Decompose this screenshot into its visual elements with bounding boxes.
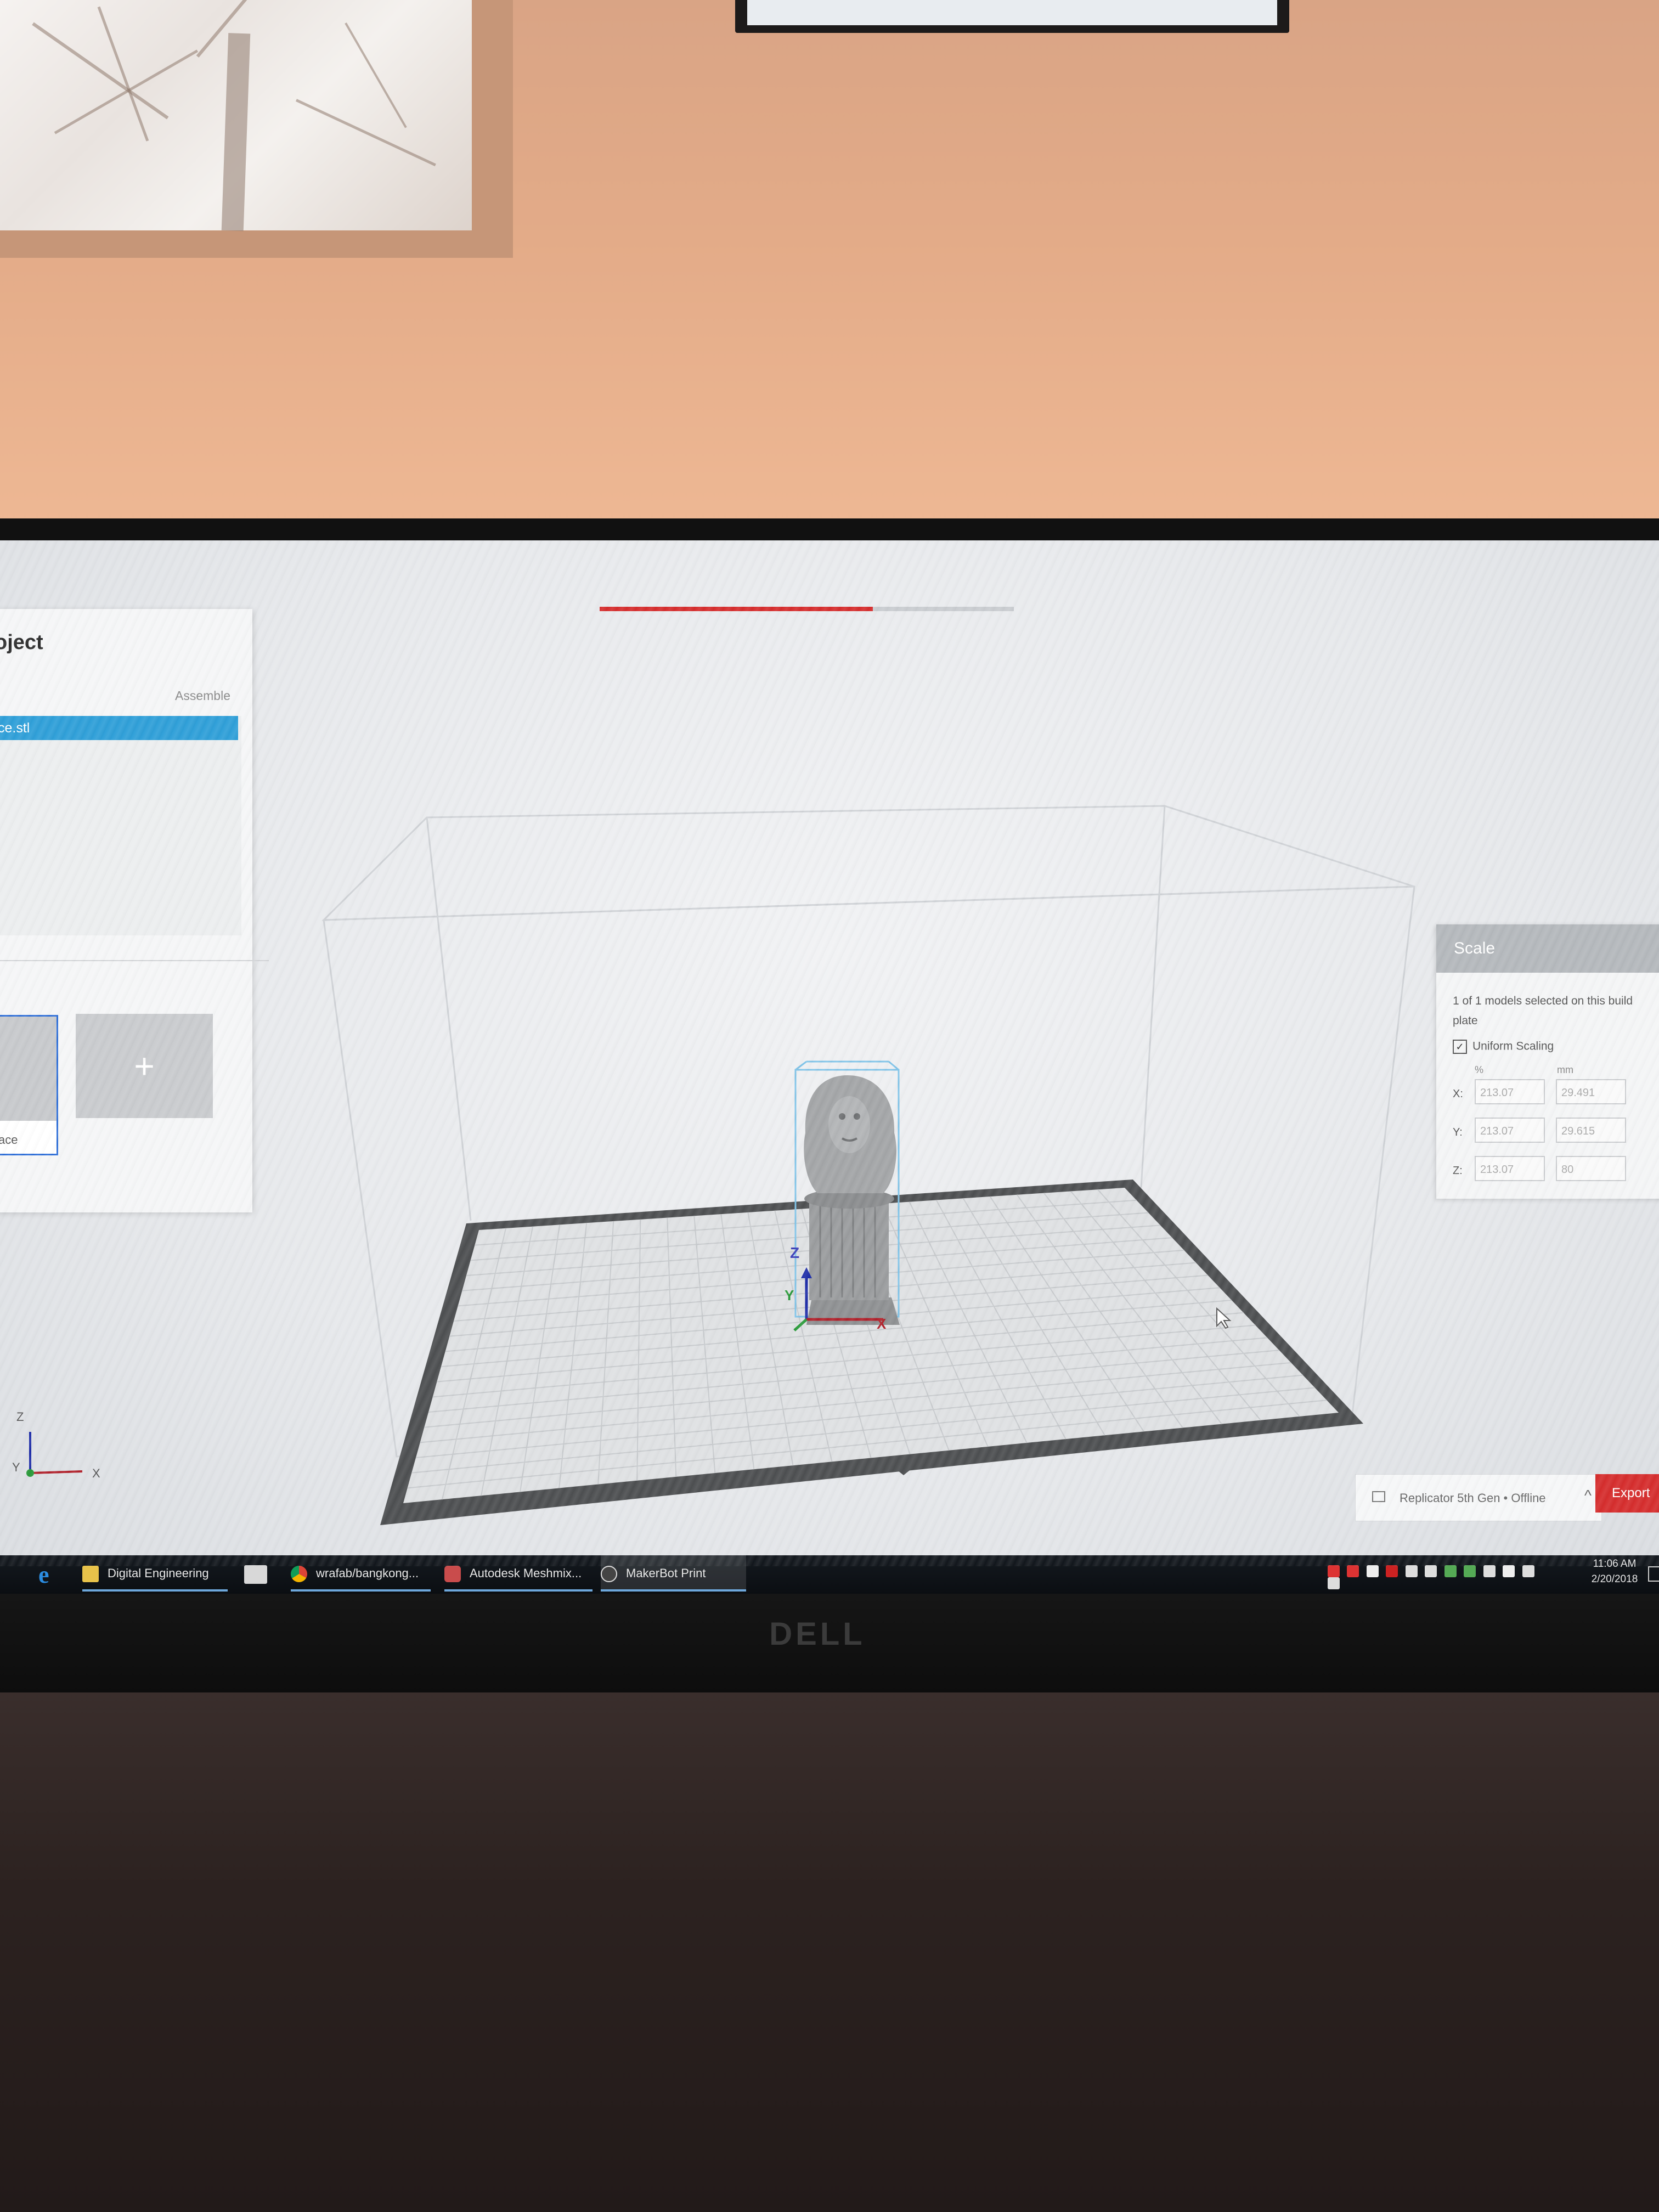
taskbar-item-chrome[interactable]: wrafab/bangkong... xyxy=(291,1555,431,1592)
add-build-plate-button[interactable]: + xyxy=(76,1014,213,1118)
axis-label-z: Z: xyxy=(1453,1165,1463,1177)
printer-selector[interactable]: Replicator 5th Gen • Offline ^ xyxy=(1355,1474,1602,1521)
scale-x-mm-input[interactable]: 29.491 xyxy=(1556,1079,1626,1104)
assemble-tab[interactable]: Assemble xyxy=(175,689,230,703)
orientation-y-label: Y xyxy=(12,1460,20,1474)
system-tray[interactable] xyxy=(1328,1565,1558,1589)
tray-icon[interactable] xyxy=(1444,1565,1457,1577)
wall-tv xyxy=(735,0,1289,33)
office-wall xyxy=(0,0,1659,532)
scale-panel: Scale 1 of 1 models selected on this bui… xyxy=(1436,924,1659,1199)
orientation-axes: Z Y X xyxy=(12,1410,100,1480)
project-panel-title: oject xyxy=(0,631,43,654)
plate-notch xyxy=(895,1469,912,1475)
uniform-scaling-label: Uniform Scaling xyxy=(1472,1040,1554,1053)
file-item-selected[interactable]: ce.stl xyxy=(0,716,238,740)
notifications-icon[interactable] xyxy=(1648,1566,1659,1582)
model-bust[interactable] xyxy=(794,1060,900,1325)
tray-icon[interactable] xyxy=(1425,1565,1437,1577)
taskbar-label: wrafab/bangkong... xyxy=(316,1566,419,1580)
panel-divider xyxy=(0,960,269,961)
tray-icon[interactable] xyxy=(1503,1565,1515,1577)
taskbar-label: MakerBot Print xyxy=(626,1566,706,1580)
taskbar-label: Digital Engineering xyxy=(108,1566,209,1580)
system-clock[interactable]: 11:06 AM 2/20/2018 xyxy=(1584,1556,1645,1587)
taskbar-label: Autodesk Meshmix... xyxy=(470,1566,582,1580)
tray-app-icon[interactable] xyxy=(1347,1565,1359,1577)
percent-column-header: % xyxy=(1475,1064,1484,1075)
tray-icon[interactable] xyxy=(1464,1565,1476,1577)
makerbot-print-app: Z Y X Z Y X oject Assemble ce.stl ace + … xyxy=(0,540,1659,1561)
meshmixer-icon xyxy=(444,1566,461,1583)
clock-date: 2/20/2018 xyxy=(1591,1573,1638,1585)
scale-x-percent-input[interactable]: 213.07 xyxy=(1475,1079,1545,1104)
window xyxy=(0,0,472,232)
chrome-icon xyxy=(291,1566,307,1583)
network-icon[interactable] xyxy=(1522,1565,1534,1577)
edge-browser-icon[interactable]: e xyxy=(38,1561,49,1589)
build-plate-thumbnail[interactable]: ace xyxy=(0,1015,58,1155)
scale-y-percent-input[interactable]: 213.07 xyxy=(1475,1118,1545,1143)
plate-thumbnail-image xyxy=(0,1017,57,1121)
orientation-x-label: X xyxy=(92,1466,100,1480)
axis-label-x: X: xyxy=(1453,1088,1463,1100)
gizmo-y-label: Y xyxy=(785,1287,794,1304)
export-button[interactable]: Export xyxy=(1595,1474,1659,1513)
scale-panel-title: Scale xyxy=(1436,924,1659,973)
monitor-screen: Z Y X Z Y X oject Assemble ce.stl ace + … xyxy=(0,540,1659,1594)
printer-status-label: Replicator 5th Gen • Offline xyxy=(1400,1491,1546,1505)
windows-taskbar: e Digital Engineering wrafab/bangkong...… xyxy=(0,1555,1659,1594)
orientation-z-label: Z xyxy=(16,1410,24,1424)
chevron-up-icon[interactable]: ^ xyxy=(1584,1487,1592,1504)
scale-row-z: Z: 213.07 80 xyxy=(1436,1156,1659,1186)
plate-thumbnail-label: ace xyxy=(0,1133,18,1147)
scale-z-mm-input[interactable]: 80 xyxy=(1556,1156,1626,1181)
scale-y-mm-input[interactable]: 29.615 xyxy=(1556,1118,1626,1143)
axis-label-y: Y: xyxy=(1453,1126,1463,1138)
clock-time: 11:06 AM xyxy=(1593,1558,1637,1570)
store-icon[interactable] xyxy=(244,1565,267,1584)
tray-icon[interactable] xyxy=(1405,1565,1418,1577)
window-frame xyxy=(0,0,513,258)
volume-icon[interactable] xyxy=(1328,1577,1340,1589)
gizmo-z-label: Z xyxy=(790,1244,799,1261)
monitor-brand-logo: DELL xyxy=(769,1616,866,1652)
printer-icon xyxy=(1372,1491,1385,1502)
tray-usb-icon[interactable] xyxy=(1366,1565,1379,1577)
mm-column-header: mm xyxy=(1557,1064,1573,1075)
makerbot-icon xyxy=(601,1566,617,1583)
uniform-scaling-checkbox[interactable]: ✓ xyxy=(1453,1040,1467,1054)
selection-info-text: 1 of 1 models selected on this build pla… xyxy=(1453,995,1633,1027)
bluetooth-icon[interactable] xyxy=(1483,1565,1496,1577)
tray-mcafee-icon[interactable] xyxy=(1386,1565,1398,1577)
file-list: ce.stl xyxy=(0,716,241,935)
taskbar-item-digital-engineering[interactable]: Digital Engineering xyxy=(82,1555,228,1592)
taskbar-item-meshmixer[interactable]: Autodesk Meshmix... xyxy=(444,1555,592,1592)
tray-app-icon[interactable] xyxy=(1328,1565,1340,1577)
scale-z-percent-input[interactable]: 213.07 xyxy=(1475,1156,1545,1181)
gizmo-x-label: X xyxy=(877,1316,887,1332)
project-panel: oject Assemble ce.stl ace + xyxy=(0,609,269,1212)
scale-row-x: X: 213.07 29.491 xyxy=(1436,1079,1659,1109)
desk xyxy=(0,1673,1659,2212)
taskbar-item-makerbot-print[interactable]: MakerBot Print xyxy=(601,1555,746,1592)
uniform-scaling-toggle[interactable]: ✓ Uniform Scaling xyxy=(1453,1040,1554,1054)
scale-row-y: Y: 213.07 29.615 xyxy=(1436,1118,1659,1147)
folder-icon xyxy=(82,1566,99,1583)
